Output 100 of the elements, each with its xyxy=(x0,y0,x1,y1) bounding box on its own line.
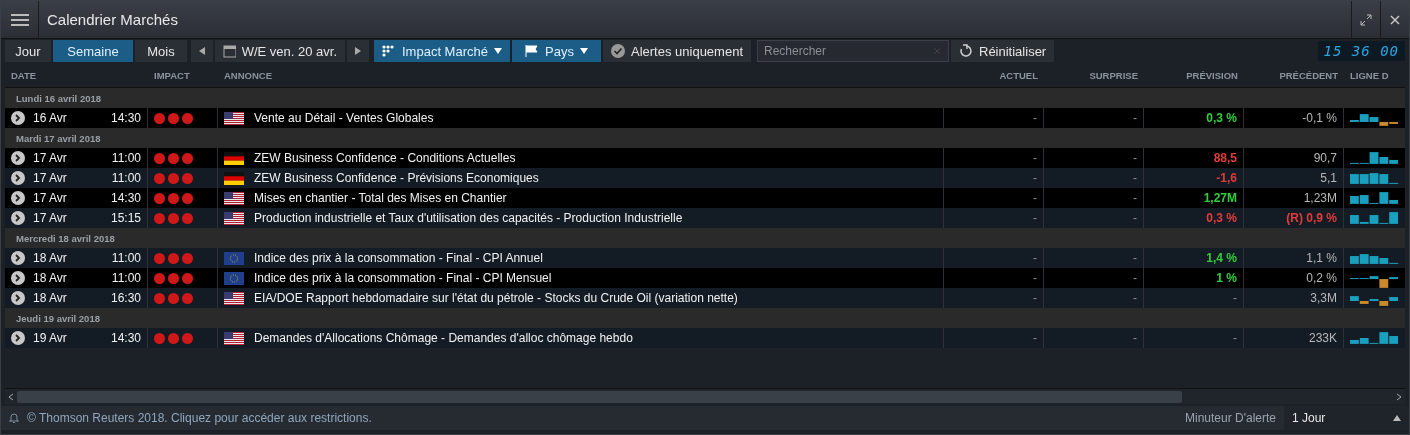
column-header[interactable]: PRÉCÉDENT xyxy=(1244,70,1344,81)
column-header[interactable]: LIGNE D xyxy=(1344,70,1405,81)
horizontal-scrollbar[interactable] xyxy=(5,388,1405,404)
event-name: EIA/DOE Rapport hebdomadaire sur l'état du pétrole - Stocks du Crude Oil (variation nette) xyxy=(254,291,738,305)
flag-icon xyxy=(224,251,244,265)
column-header[interactable]: IMPACT xyxy=(148,70,218,81)
impact-filter-button[interactable]: Impact Marché xyxy=(374,40,510,62)
event-row[interactable]: 17 Avr 14:30 Mises en chantier - Total des Mises en Chantier - - 1,27M 1,23M xyxy=(5,188,1405,208)
event-name: ZEW Business Confidence - Conditions Actuelles xyxy=(254,151,516,165)
column-header[interactable]: ACTUEL xyxy=(944,70,1044,81)
forecast-value: 1,4 % xyxy=(1206,251,1237,265)
bell-icon xyxy=(9,412,19,424)
clock-display: 15 36 00 xyxy=(1317,41,1405,61)
expand-row-button[interactable] xyxy=(11,251,25,265)
time-text: 11:00 xyxy=(111,151,141,165)
period-tab[interactable]: Mois xyxy=(135,40,187,62)
time-text: 14:30 xyxy=(110,111,141,125)
forecast-value: 0,3 % xyxy=(1206,111,1237,125)
period-tab[interactable]: Jour xyxy=(5,40,51,62)
chevron-right-icon xyxy=(15,154,21,162)
previous-value: (R) 0,9 % xyxy=(1286,211,1337,225)
event-row[interactable]: 17 Avr 11:00 ZEW Business Confidence - Conditions Actuelles - - 88,5 90,7 xyxy=(5,148,1405,168)
chevron-right-icon xyxy=(15,274,21,282)
expand-row-button[interactable] xyxy=(11,271,25,285)
menu-icon xyxy=(10,12,29,27)
previous-value: 1,1 % xyxy=(1306,251,1337,265)
previous-value: 5,1 xyxy=(1320,171,1337,185)
event-name: Indice des prix à la consommation - Final - CPI Annuel xyxy=(254,251,543,265)
reset-button[interactable]: Réinitialiser xyxy=(951,40,1055,62)
check-circle-icon xyxy=(611,44,625,58)
expand-row-button[interactable] xyxy=(11,151,25,165)
event-name: Demandes d'Allocations Chômage - Demandes d'alloc chômage hebdo xyxy=(254,331,633,345)
date-picker[interactable]: W/E ven. 20 avr. xyxy=(215,40,345,62)
refresh-icon xyxy=(959,44,973,58)
chevron-right-icon xyxy=(15,254,21,262)
time-text: 15:15 xyxy=(110,211,141,225)
forecast-value: - xyxy=(1233,331,1237,345)
event-row[interactable]: 18 Avr 16:30 EIA/DOE Rapport hebdomadaire sur l'état du pétrole - Stocks du Crude Oil (variation nette) - - - 3,3M xyxy=(5,288,1405,308)
date-text: 18 Avr xyxy=(33,291,67,305)
column-header[interactable]: ANNONCE xyxy=(218,70,944,81)
group-title: Mercredi 18 avril 2018 xyxy=(15,232,116,244)
search-field[interactable]: Rechercher xyxy=(757,40,949,62)
expand-row-button[interactable] xyxy=(11,211,25,225)
previous-value: 233K xyxy=(1308,331,1337,345)
time-text: 16:30 xyxy=(110,291,141,305)
event-row[interactable]: 17 Avr 15:15 Production industrielle et Taux d'utilisation des capacités - Production Industrielle - - 0,3 % (R) 0,9 % xyxy=(5,208,1405,228)
period-tab[interactable]: Semaine xyxy=(53,40,133,62)
column-header[interactable]: SURPRISE xyxy=(1044,70,1144,81)
expand-row-button[interactable] xyxy=(11,171,25,185)
column-header[interactable]: PRÉVISION xyxy=(1144,70,1244,81)
expand-row-button[interactable] xyxy=(11,111,25,125)
expand-row-button[interactable] xyxy=(11,291,25,305)
window-title: Calendrier Marchés xyxy=(47,11,179,28)
expand-row-button[interactable] xyxy=(11,331,25,345)
flag-icon xyxy=(224,171,244,185)
expand-icon xyxy=(1360,13,1372,26)
actual-value: - xyxy=(1033,151,1037,165)
calendar-icon xyxy=(223,44,236,58)
event-name: Indice des prix à la consommation - Final - CPI Mensuel xyxy=(254,271,552,285)
expand-row-button[interactable] xyxy=(11,191,25,205)
alerts-toggle[interactable]: Alertes uniquement xyxy=(603,40,751,62)
previous-value: 90,7 xyxy=(1313,151,1337,165)
surprise-value: - xyxy=(1133,271,1137,285)
timer-label: Minuteur D'alerte xyxy=(1185,411,1276,425)
group-title: Mardi 17 avril 2018 xyxy=(15,132,102,144)
surprise-value: - xyxy=(1133,151,1137,165)
country-filter-button[interactable]: Pays xyxy=(512,40,601,62)
sparkline-drawing xyxy=(1350,113,1399,126)
event-row[interactable]: 19 Avr 14:30 Demandes d'Allocations Chômage - Demandes d'alloc chômage hebdo - - - 233K xyxy=(5,328,1405,348)
event-row[interactable]: 18 Avr 11:00 Indice des prix à la consommation - Final - CPI Mensuel - - 1 % 0,2 % xyxy=(5,268,1405,288)
chevron-right-icon xyxy=(15,294,21,302)
surprise-value: - xyxy=(1133,331,1137,345)
caret-up-icon xyxy=(1393,415,1401,421)
event-row[interactable]: 16 Avr 14:30 Vente au Détail - Ventes Globales - - 0,3 % -0,1 % xyxy=(5,108,1405,128)
chevron-right-icon xyxy=(15,334,21,342)
date-text: 17 Avr xyxy=(33,211,67,225)
actual-value: - xyxy=(1033,331,1037,345)
event-row[interactable]: 18 Avr 11:00 Indice des prix à la consommation - Final - CPI Annuel - - 1,4 % 1,1 % xyxy=(5,248,1405,268)
timer-dropdown[interactable]: 1 Jour xyxy=(1284,406,1409,430)
scrollbar-thumb[interactable] xyxy=(17,390,1182,403)
actual-value: - xyxy=(1033,291,1037,305)
date-text: 17 Avr xyxy=(33,171,67,185)
next-button[interactable] xyxy=(347,40,369,62)
event-row[interactable]: 17 Avr 11:00 ZEW Business Confidence - Prévisions Economiques - - -1,6 5,1 xyxy=(5,168,1405,188)
copyright-link[interactable]: © Thomson Reuters 2018. Cliquez pour accéder aux restrictions. xyxy=(27,411,372,425)
actual-value: - xyxy=(1033,251,1037,265)
timer-value: 1 Jour xyxy=(1292,411,1326,425)
caret-down-icon xyxy=(579,48,588,54)
time-text: 11:00 xyxy=(111,171,141,185)
event-name: Vente au Détail - Ventes Globales xyxy=(254,111,434,125)
sparkline-drawing xyxy=(1350,331,1399,344)
event-name: ZEW Business Confidence - Prévisions Economiques xyxy=(254,171,539,185)
chevron-right-icon xyxy=(15,174,21,182)
column-header[interactable]: DATE xyxy=(5,70,148,81)
previous-button[interactable] xyxy=(191,40,213,62)
previous-value: 0,2 % xyxy=(1306,271,1337,285)
date-text: 18 Avr xyxy=(33,271,67,285)
surprise-value: - xyxy=(1133,191,1137,205)
actual-value: - xyxy=(1033,171,1037,185)
forecast-value: 1 % xyxy=(1216,271,1237,285)
